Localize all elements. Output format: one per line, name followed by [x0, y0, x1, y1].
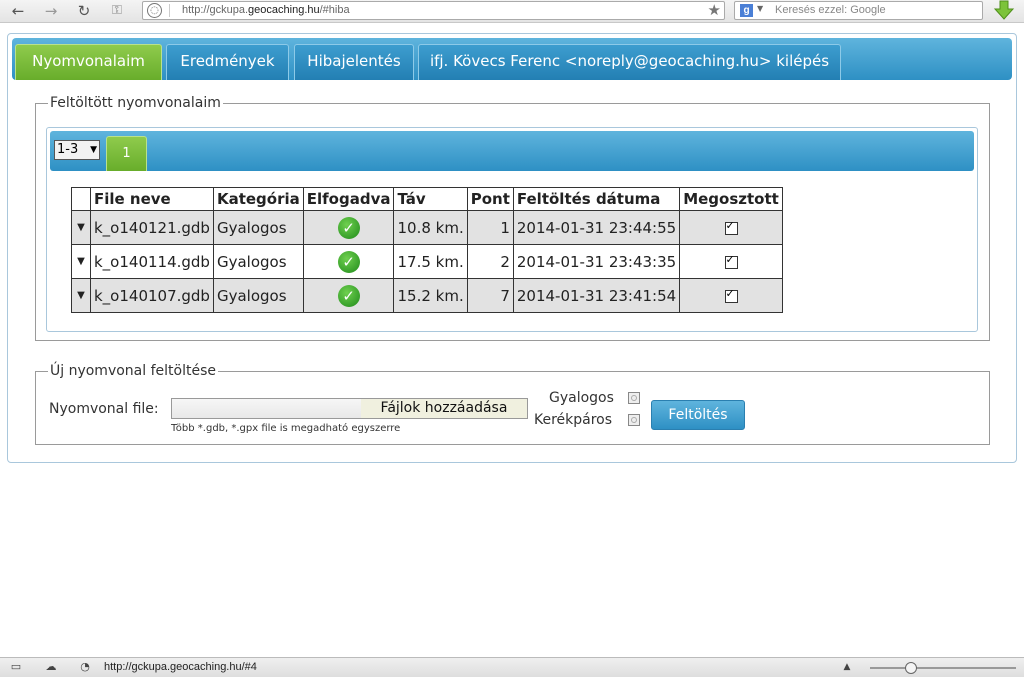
pager-bar: 1-3 ▼ 1: [50, 131, 974, 171]
url-domain: geocaching.hu: [248, 4, 320, 16]
tab-user-logout[interactable]: ifj. Kövecs Ferenc <noreply@geocaching.h…: [418, 44, 841, 80]
download-icon[interactable]: [993, 0, 1015, 21]
cell-accepted: ✓: [302, 244, 395, 279]
cell-upload-date: 2014-01-31 23:41:54: [512, 278, 681, 313]
zoom-slider-handle[interactable]: [905, 662, 917, 674]
accepted-check-icon: ✓: [337, 250, 360, 273]
cell-upload-date: 2014-01-31 23:43:35: [512, 244, 681, 279]
cell-category: Gyalogos: [212, 210, 304, 245]
search-placeholder: Keresés ezzel: Google: [775, 4, 886, 16]
tab-eredmenyek[interactable]: Eredmények: [166, 44, 289, 80]
search-bar[interactable]: g ▼ Keresés ezzel: Google: [734, 1, 983, 20]
column-distance: Táv: [393, 187, 468, 211]
shared-checkbox[interactable]: [724, 219, 738, 235]
accepted-check-icon: ✓: [337, 216, 360, 239]
forward-icon[interactable]: →: [42, 2, 60, 20]
star-icon[interactable]: ★: [708, 2, 721, 19]
chevron-down-icon: ▼: [90, 145, 97, 155]
option-bike-label: Kerékpáros: [534, 412, 613, 428]
tab-nyomvonalaim[interactable]: Nyomvonalaim: [15, 44, 162, 80]
range-select-value: 1-3: [57, 142, 79, 157]
tracks-panel: 1-3 ▼ 1 File neve Kategória Elfogadva Táv…: [46, 127, 978, 332]
expand-arrow-icon[interactable]: ▼: [71, 210, 91, 245]
uploaded-tracks-section: Feltöltött nyomvonalaim 1-3 ▼ 1 File neve…: [35, 95, 990, 341]
column-upload-date: Feltöltés dátuma: [512, 187, 681, 211]
cell-distance: 15.2 km.: [393, 278, 468, 313]
cell-category: Gyalogos: [212, 278, 304, 313]
chevron-up-icon[interactable]: ▲: [840, 661, 854, 673]
cell-distance: 10.8 km.: [393, 210, 468, 245]
column-shared: Megosztott: [679, 187, 783, 211]
speed-dial-icon[interactable]: ◔: [78, 661, 92, 673]
url-suffix: /#hiba: [319, 4, 350, 16]
new-upload-section: Új nyomvonal feltöltése Nyomvonal file: …: [35, 363, 990, 445]
add-files-button[interactable]: Fájlok hozzáadása: [361, 399, 527, 418]
page-tab-1[interactable]: 1: [106, 136, 147, 171]
cell-category: Gyalogos: [212, 244, 304, 279]
key-icon[interactable]: ⚿: [106, 2, 128, 20]
cloud-icon[interactable]: ☁: [44, 661, 58, 673]
cell-distance: 17.5 km.: [393, 244, 468, 279]
status-url: http://gckupa.geocaching.hu/#4: [104, 661, 257, 673]
option-bike-radio[interactable]: [628, 414, 640, 426]
cell-points: 7: [466, 278, 514, 313]
uploaded-tracks-legend: Feltöltött nyomvonalaim: [50, 95, 221, 111]
cell-upload-date: 2014-01-31 23:44:55: [512, 210, 681, 245]
cell-file-name: k_o140114.gdb: [90, 244, 214, 279]
url-separator: [169, 4, 170, 17]
option-walk-label: Gyalogos: [549, 390, 614, 406]
table-row: ▼ k_o140121.gdb Gyalogos ✓ 10.8 km. 1 20…: [71, 210, 783, 245]
cell-accepted: ✓: [302, 210, 395, 245]
column-expand: [71, 187, 91, 211]
upload-button[interactable]: Feltöltés: [651, 400, 745, 430]
cell-points: 1: [466, 210, 514, 245]
expand-arrow-icon[interactable]: ▼: [71, 278, 91, 313]
accepted-check-icon: ✓: [337, 284, 360, 307]
column-file-name: File neve: [90, 187, 214, 211]
table-header-row: File neve Kategória Elfogadva Táv Pont F…: [71, 187, 783, 211]
cell-file-name: k_o140121.gdb: [90, 210, 214, 245]
status-bar: ▭ ☁ ◔ http://gckupa.geocaching.hu/#4 ▲: [0, 657, 1024, 677]
option-walk-radio[interactable]: [628, 392, 640, 404]
panel-icon[interactable]: ▭: [9, 661, 23, 673]
column-accepted: Elfogadva: [302, 187, 395, 211]
tab-hibajelentes[interactable]: Hibajelentés: [294, 44, 414, 80]
globe-icon: ◌: [147, 3, 162, 18]
google-icon[interactable]: g: [740, 4, 753, 17]
cell-file-name: k_o140107.gdb: [90, 278, 214, 313]
table-row: ▼ k_o140107.gdb Gyalogos ✓ 15.2 km. 7 20…: [71, 278, 783, 313]
nav-tabs: Nyomvonalaim Eredmények Hibajelentés ifj…: [12, 38, 1012, 80]
new-upload-legend: Új nyomvonal feltöltése: [50, 363, 216, 379]
cell-shared: [679, 278, 783, 313]
address-bar[interactable]: ◌ http://gckupa.geocaching.hu/#hiba ★: [142, 1, 725, 20]
column-category: Kategória: [212, 187, 304, 211]
expand-arrow-icon[interactable]: ▼: [71, 244, 91, 279]
page-frame: Nyomvonalaim Eredmények Hibajelentés ifj…: [7, 33, 1017, 463]
url-text: http://gckupa.geocaching.hu/#hiba: [182, 4, 350, 16]
url-prefix: http://gckupa.: [182, 4, 249, 16]
range-select[interactable]: 1-3 ▼: [54, 140, 100, 160]
cell-accepted: ✓: [302, 278, 395, 313]
file-label: Nyomvonal file:: [49, 401, 159, 417]
zoom-slider-track[interactable]: [870, 667, 1016, 669]
column-points: Pont: [466, 187, 514, 211]
cell-shared: [679, 210, 783, 245]
shared-checkbox[interactable]: [724, 287, 738, 303]
back-icon[interactable]: ←: [9, 2, 27, 20]
reload-icon[interactable]: ↻: [75, 2, 93, 20]
tracks-table: File neve Kategória Elfogadva Táv Pont F…: [71, 187, 783, 313]
cell-points: 2: [466, 244, 514, 279]
browser-toolbar: ← → ↻ ⚿ ◌ http://gckupa.geocaching.hu/#h…: [0, 0, 1024, 23]
table-row: ▼ k_o140114.gdb Gyalogos ✓ 17.5 km. 2 20…: [71, 244, 783, 279]
shared-checkbox[interactable]: [724, 253, 738, 269]
file-hint: Több *.gdb, *.gpx file is megadható egys…: [171, 423, 401, 434]
file-input[interactable]: Fájlok hozzáadása: [171, 398, 528, 419]
cell-shared: [679, 244, 783, 279]
chevron-down-icon[interactable]: ▼: [757, 4, 763, 13]
